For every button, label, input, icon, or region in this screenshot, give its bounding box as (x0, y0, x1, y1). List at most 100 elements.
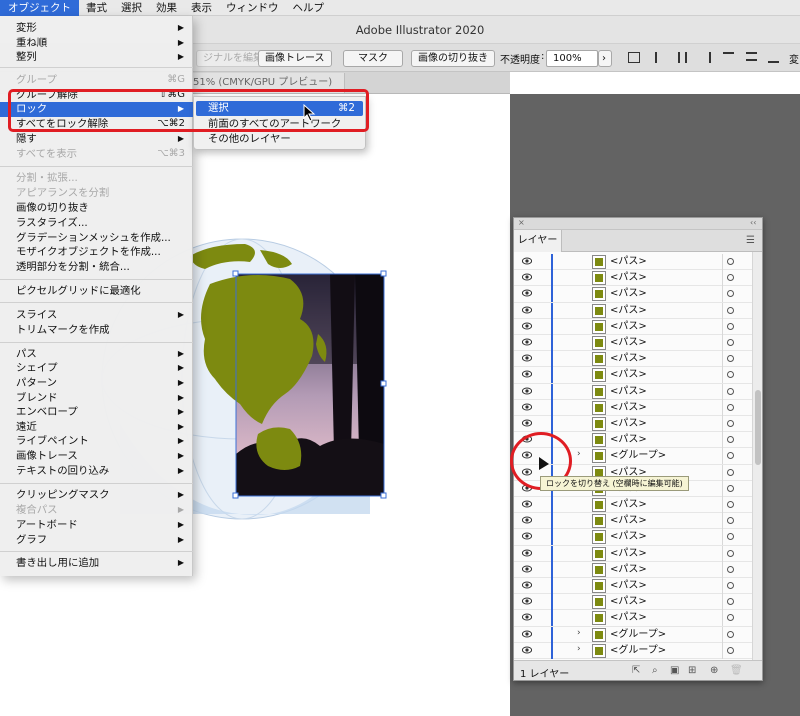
layer-name[interactable]: <パス> (610, 321, 647, 333)
layer-name[interactable]: <パス> (610, 531, 647, 543)
target-circle-icon[interactable] (727, 549, 734, 557)
visibility-eye-icon[interactable] (522, 289, 532, 297)
target-circle-icon[interactable] (727, 582, 734, 589)
layer-row[interactable]: <パス> (514, 545, 752, 562)
opacity-field[interactable]: 100% (546, 50, 598, 67)
layer-row[interactable]: <パス> (514, 318, 752, 335)
crop-image-button[interactable]: 画像の切り抜き (411, 50, 495, 67)
expand-chevron-icon[interactable]: › (577, 449, 581, 459)
menu-item-13[interactable]: グラデーションメッシュを作成... (0, 231, 193, 246)
layer-row[interactable]: <パス> (514, 335, 752, 352)
image-trace-button[interactable]: 画像トレース (258, 50, 332, 67)
target-circle-icon[interactable] (727, 565, 734, 573)
layer-name[interactable]: <グループ> (610, 629, 666, 641)
menu-object[interactable]: オブジェクト (0, 0, 79, 16)
layers-scrollbar[interactable] (752, 252, 762, 660)
menu-item-27[interactable]: テキストの回り込み ▶ (0, 464, 193, 479)
menu-item-20[interactable]: シェイプ ▶ (0, 361, 193, 376)
menu-item-26[interactable]: 画像トレース ▶ (0, 449, 193, 464)
clipping-mask-icon[interactable]: ▣ (670, 665, 679, 676)
visibility-eye-icon[interactable] (522, 257, 532, 265)
layer-name[interactable]: <パス> (610, 434, 647, 446)
visibility-eye-icon[interactable] (522, 613, 532, 621)
align-bottom-icon[interactable] (768, 52, 779, 63)
menu-item-23[interactable]: エンベロープ ▶ (0, 405, 193, 420)
layer-row[interactable]: <パス> (514, 416, 752, 433)
menu-effect[interactable]: 効果 (149, 0, 184, 16)
layer-row[interactable]: <パス> (514, 254, 752, 271)
scrollbar-thumb[interactable] (755, 390, 761, 465)
visibility-eye-icon[interactable] (522, 581, 532, 589)
layer-name[interactable]: <パス> (610, 256, 647, 268)
menu-item-0[interactable]: 変形 ▶ (0, 21, 193, 36)
layer-row[interactable]: <パス> (514, 610, 752, 627)
visibility-eye-icon[interactable] (522, 403, 532, 411)
menu-item-28[interactable]: クリッピングマスク ▶ (0, 488, 193, 503)
submenu-lock-other-layers[interactable]: その他のレイヤー (196, 132, 363, 147)
layer-name[interactable]: <パス> (610, 272, 647, 284)
tab-layers[interactable]: レイヤー (514, 230, 562, 252)
visibility-eye-icon[interactable] (522, 646, 532, 654)
layer-name[interactable]: <パス> (610, 515, 647, 527)
layer-row[interactable]: <パス> (514, 351, 752, 368)
layer-row[interactable]: <パス> (514, 286, 752, 303)
menu-item-8[interactable]: すべてを表示 ⌥⌘3 (0, 147, 193, 162)
new-sublayer-icon[interactable]: ⊞ (688, 665, 696, 676)
layer-name[interactable]: <パス> (610, 337, 647, 349)
visibility-eye-icon[interactable] (522, 532, 532, 540)
layer-name[interactable]: <パス> (610, 548, 647, 560)
layer-row[interactable]: <パス> (514, 270, 752, 287)
menu-item-32[interactable]: 書き出し用に追加 ▶ (0, 556, 193, 571)
layer-row[interactable]: <パス> (514, 383, 752, 400)
layer-row[interactable]: <パス> (514, 513, 752, 530)
target-circle-icon[interactable] (727, 387, 734, 395)
menu-item-1[interactable]: 重ね順 ▶ (0, 36, 193, 51)
panel-menu-icon[interactable]: ☰ (746, 235, 755, 246)
visibility-eye-icon[interactable] (522, 597, 532, 605)
menu-item-11[interactable]: 画像の切り抜き (0, 201, 193, 216)
menu-item-12[interactable]: ラスタライズ... (0, 216, 193, 231)
target-circle-icon[interactable] (727, 306, 734, 314)
layer-name[interactable]: <パス> (610, 353, 647, 365)
align-top-icon[interactable] (723, 52, 734, 63)
menu-view[interactable]: 表示 (184, 0, 219, 16)
visibility-eye-icon[interactable] (522, 516, 532, 524)
target-circle-icon[interactable] (727, 403, 734, 411)
layer-name[interactable]: <パス> (610, 564, 647, 576)
align-center-icon[interactable] (678, 52, 687, 63)
target-circle-icon[interactable] (727, 614, 734, 622)
menu-window[interactable]: ウィンドウ (219, 0, 286, 16)
transform-icon[interactable] (628, 52, 640, 63)
menu-item-9[interactable]: 分割・拡張... (0, 171, 193, 186)
layer-row[interactable]: <パス> (514, 561, 752, 578)
menu-item-2[interactable]: 整列 ▶ (0, 50, 193, 65)
layer-name[interactable]: <パス> (610, 596, 647, 608)
target-circle-icon[interactable] (727, 339, 734, 346)
layer-row[interactable]: <パス> (514, 578, 752, 595)
mask-button[interactable]: マスク (343, 50, 403, 67)
layer-row[interactable]: › <グループ> (514, 642, 752, 659)
target-circle-icon[interactable] (727, 355, 734, 363)
delete-icon[interactable]: 🗑 (730, 665, 743, 676)
expand-chevron-icon[interactable]: › (577, 644, 581, 654)
menu-item-24[interactable]: 遠近 ▶ (0, 420, 193, 435)
menu-item-22[interactable]: ブレンド ▶ (0, 391, 193, 406)
visibility-eye-icon[interactable] (522, 500, 532, 508)
menu-item-30[interactable]: アートボード ▶ (0, 518, 193, 533)
layer-row[interactable]: › <グループ> (514, 626, 752, 643)
visibility-eye-icon[interactable] (522, 354, 532, 362)
visibility-eye-icon[interactable] (522, 630, 532, 638)
menu-item-21[interactable]: パターン ▶ (0, 376, 193, 391)
visibility-eye-icon[interactable] (522, 565, 532, 573)
visibility-eye-icon[interactable] (522, 370, 532, 378)
target-circle-icon[interactable] (727, 501, 734, 508)
layer-name[interactable]: <パス> (610, 386, 647, 398)
layer-row[interactable]: <パス> (514, 594, 752, 611)
target-circle-icon[interactable] (727, 598, 734, 606)
visibility-eye-icon[interactable] (522, 549, 532, 557)
layer-row[interactable]: <パス> (514, 367, 752, 384)
target-circle-icon[interactable] (727, 533, 734, 541)
menu-item-19[interactable]: パス ▶ (0, 347, 193, 362)
menu-item-16[interactable]: ピクセルグリッドに最適化 (0, 284, 193, 299)
layer-row[interactable]: <パス> (514, 399, 752, 416)
